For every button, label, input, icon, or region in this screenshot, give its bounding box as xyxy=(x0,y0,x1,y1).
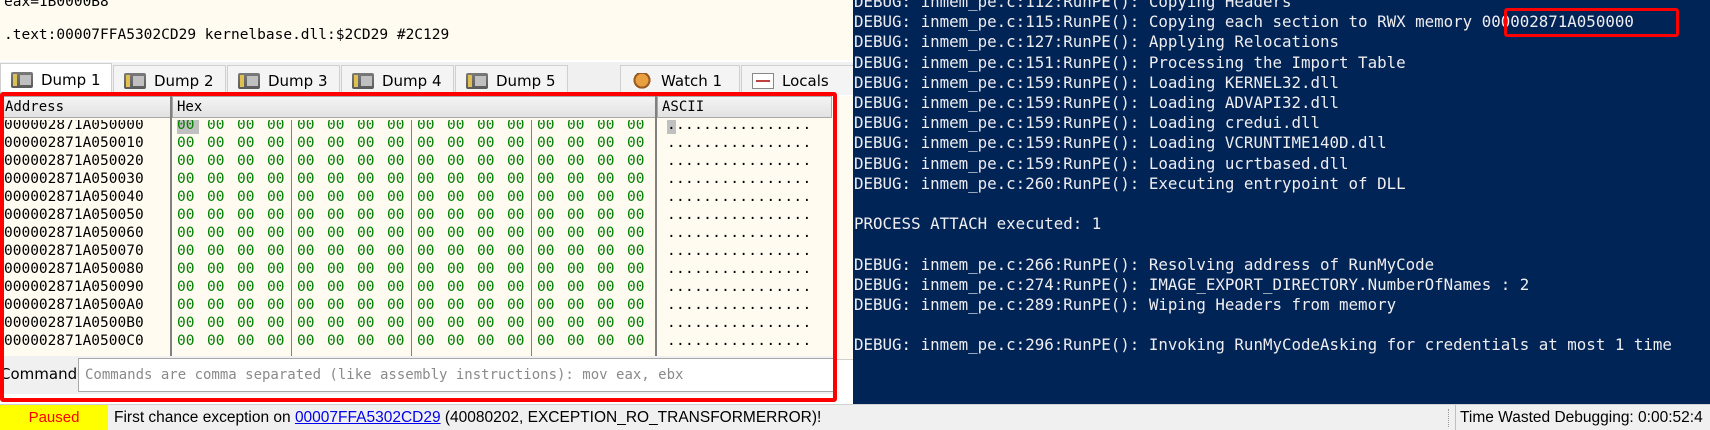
powershell-console[interactable]: DEBUG: inmem_pe.c:112:RunPE(): Copying H… xyxy=(853,0,1710,408)
console-line: DEBUG: inmem_pe.c:266:RunPE(): Resolving… xyxy=(854,254,1435,274)
status-message-prefix: First chance exception on xyxy=(114,409,295,426)
resize-grip[interactable] xyxy=(1448,409,1451,427)
dump-icon xyxy=(352,72,374,89)
tab-dump-5[interactable]: Dump 5 xyxy=(455,65,568,95)
tab-locals[interactable]: Locals xyxy=(741,65,855,95)
tab-label: Dump 1 xyxy=(41,71,101,89)
tab-dump-2[interactable]: Dump 2 xyxy=(113,65,226,95)
watch-icon xyxy=(631,72,653,89)
console-line: DEBUG: inmem_pe.c:260:RunPE(): Executing… xyxy=(854,173,1406,193)
console-line: DEBUG: inmem_pe.c:151:RunPE(): Processin… xyxy=(854,52,1406,72)
tab-label: Watch 1 xyxy=(661,71,723,90)
tab-dump-4[interactable]: Dump 4 xyxy=(341,65,454,95)
console-line: DEBUG: inmem_pe.c:289:RunPE(): Wiping He… xyxy=(854,295,1397,314)
console-line: DEBUG: inmem_pe.c:159:RunPE(): Loading u… xyxy=(854,153,1349,173)
console-line: DEBUG: inmem_pe.c:159:RunPE(): Loading V… xyxy=(854,133,1387,153)
dump-tabs: Dump 1 Dump 2 Dump 3 Dump 4 Dump 5 Watch… xyxy=(0,62,855,96)
console-line: PROCESS ATTACH executed: 1 xyxy=(854,214,1102,234)
status-bar: Paused First chance exception on 00007FF… xyxy=(0,404,1710,430)
tab-watch-1[interactable]: Watch 1 xyxy=(620,65,740,95)
time-wasted-counter: Time Wasted Debugging: 0:00:52:4 xyxy=(1455,405,1710,430)
exception-address-link[interactable]: 00007FFA5302CD29 xyxy=(295,409,441,426)
console-line: DEBUG: inmem_pe.c:159:RunPE(): Loading K… xyxy=(854,72,1340,92)
dump-icon xyxy=(124,72,146,89)
tab-label: Dump 5 xyxy=(496,71,556,90)
tab-label: Locals xyxy=(782,71,829,90)
dump-icon xyxy=(238,72,260,89)
console-line: DEBUG: inmem_pe.c:274:RunPE(): IMAGE_EXP… xyxy=(854,274,1530,294)
tab-dump-3[interactable]: Dump 3 xyxy=(227,65,340,95)
status-badge: Paused xyxy=(0,405,108,430)
console-line: DEBUG: inmem_pe.c:127:RunPE(): Applying … xyxy=(854,32,1340,52)
console-line: DEBUG: inmem_pe.c:159:RunPE(): Loading A… xyxy=(854,93,1340,112)
tab-label: Dump 4 xyxy=(382,71,442,90)
tab-label: Dump 2 xyxy=(154,71,214,90)
console-line: DEBUG: inmem_pe.c:159:RunPE(): Loading c… xyxy=(854,113,1321,133)
address-info: .text:00007FFA5302CD29 kernelbase.dll:$2… xyxy=(4,27,450,43)
console-line: DEBUG: inmem_pe.c:296:RunPE(): Invoking … xyxy=(854,335,1672,355)
info-panel: eax=1B0000B8 .text:00007FFA5302CD29 kern… xyxy=(0,0,855,60)
register-info: eax=1B0000B8 xyxy=(4,0,109,10)
console-line: DEBUG: inmem_pe.c:112:RunPE(): Copying H… xyxy=(854,0,1292,11)
highlight-box-address xyxy=(1504,8,1679,37)
dump-icon xyxy=(466,72,488,89)
dump-icon xyxy=(11,72,33,88)
status-message-suffix: (40080202, EXCEPTION_RO_TRANSFORMERROR)! xyxy=(440,409,822,426)
highlight-box-dump xyxy=(0,92,837,402)
tab-label: Dump 3 xyxy=(268,71,328,90)
locals-icon xyxy=(752,72,774,89)
status-message: First chance exception on 00007FFA5302CD… xyxy=(114,405,821,430)
